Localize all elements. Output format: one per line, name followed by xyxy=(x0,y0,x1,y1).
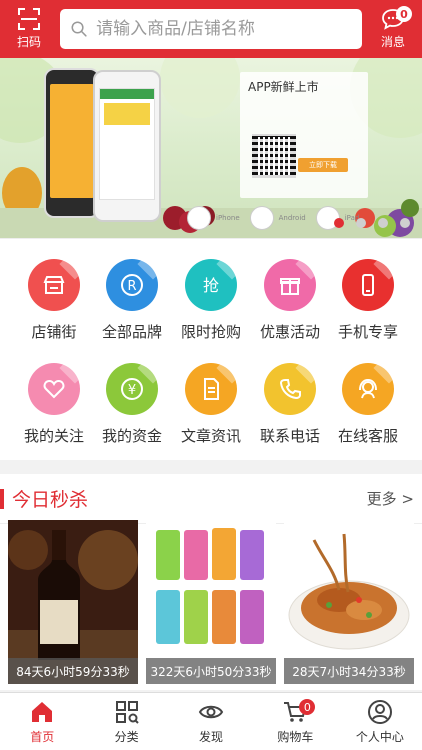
flash-sale-header: 今日秒杀 更多 > xyxy=(0,474,422,524)
apple-icon xyxy=(187,206,211,230)
product-list: 84天6小时59分33秒 322天6小时50分33秒 28天7小时34分33秒 xyxy=(0,520,422,684)
grid-item-label: 联系电话 xyxy=(259,427,320,445)
grid-item-label: 手机专享 xyxy=(337,323,398,341)
message-label: 消息 xyxy=(380,35,405,49)
banner-card-description xyxy=(248,100,360,116)
scan-icon xyxy=(18,8,40,30)
search-icon xyxy=(71,21,87,37)
eye-icon xyxy=(198,705,224,718)
grid-item-label: 文章资讯 xyxy=(180,427,241,445)
bottom-tab-bar: 首页 分类 发现 购物车 0 个人中心 xyxy=(0,692,422,750)
phone-mockup-white xyxy=(93,70,161,222)
tab-label: 分类 xyxy=(114,729,139,744)
tab-label: 购物车 xyxy=(277,729,314,744)
search-box[interactable] xyxy=(60,9,362,49)
grid-item-promotions[interactable]: 优惠活动 xyxy=(250,259,330,359)
svg-text:抢: 抢 xyxy=(203,276,219,295)
download-button[interactable]: 立即下载 xyxy=(298,158,348,172)
carousel-dots xyxy=(334,218,410,228)
product-card-wine[interactable]: 84天6小时59分33秒 xyxy=(8,520,138,684)
phone-mockup-dark xyxy=(44,68,100,218)
carousel-dot[interactable] xyxy=(356,218,366,228)
platform-iphone[interactable]: iPhone xyxy=(187,206,240,230)
promo-banner[interactable]: APP新鲜上市 立即下载 iPhone Android iPad xyxy=(0,58,422,238)
yen-icon: ¥ xyxy=(106,363,158,415)
carousel-dot[interactable] xyxy=(378,218,388,228)
feature-grid: 店铺街 R 全部品牌 抢 限时抢购 优惠活动 手机专享 我的关注 ¥ 我的资金 … xyxy=(0,238,422,460)
scan-button[interactable]: 扫码 xyxy=(0,0,58,58)
cart-badge: 0 xyxy=(299,699,316,715)
app-screen: 扫码 消息 0 xyxy=(0,0,422,750)
grid-item-my-funds[interactable]: ¥ 我的资金 xyxy=(92,363,172,463)
flash-sale-section: 今日秒杀 更多 > 84天6小时59分33秒 322天6小时50分33秒 28天… xyxy=(0,474,422,690)
message-badge: 0 xyxy=(396,6,412,22)
scan-label: 扫码 xyxy=(16,35,41,49)
banner-card-title: APP新鲜上市 xyxy=(248,80,319,94)
grid-item-label: 在线客服 xyxy=(337,427,398,445)
gift-icon xyxy=(264,259,316,311)
section-accent-bar xyxy=(0,488,4,509)
tab-home[interactable]: 首页 xyxy=(0,693,84,750)
grid-item-store-street[interactable]: 店铺街 xyxy=(14,259,94,359)
message-button[interactable]: 消息 0 xyxy=(364,0,422,58)
home-icon xyxy=(32,701,53,722)
grid-item-label: 我的关注 xyxy=(23,427,84,445)
search-input[interactable] xyxy=(96,19,352,39)
grid-item-online-service[interactable]: 在线客服 xyxy=(328,363,408,463)
product-card-noodles[interactable]: 28天7小时34分33秒 xyxy=(284,520,414,684)
flash-sale-title: 今日秒杀 xyxy=(12,489,89,511)
grid-item-flash-sale[interactable]: 抢 限时抢购 xyxy=(171,259,251,359)
category-icon xyxy=(115,700,139,724)
tab-label: 首页 xyxy=(30,729,55,744)
top-header: 扫码 消息 0 xyxy=(0,0,422,58)
tab-label: 个人中心 xyxy=(355,729,404,744)
user-icon xyxy=(367,699,392,724)
grid-item-my-follows[interactable]: 我的关注 xyxy=(14,363,94,463)
svg-text:R: R xyxy=(127,279,136,294)
grid-item-mobile-exclusive[interactable]: 手机专享 xyxy=(328,259,408,359)
telephone-icon xyxy=(264,363,316,415)
tab-cart[interactable]: 购物车 0 xyxy=(253,693,337,750)
countdown-timer: 84天6小时59分33秒 xyxy=(8,658,138,684)
grid-item-label: 限时抢购 xyxy=(180,323,241,341)
carousel-dot[interactable] xyxy=(334,218,344,228)
tab-discover[interactable]: 发现 xyxy=(169,693,253,750)
android-icon xyxy=(249,206,274,230)
grid-item-contact-phone[interactable]: 联系电话 xyxy=(250,363,330,463)
headset-icon xyxy=(342,363,394,415)
grid-item-all-brands[interactable]: R 全部品牌 xyxy=(92,259,172,359)
more-link[interactable]: 更多 > xyxy=(367,488,414,509)
grid-item-label: 我的资金 xyxy=(101,427,162,445)
store-icon xyxy=(28,259,80,311)
grid-item-label: 优惠活动 xyxy=(259,323,320,341)
countdown-timer: 28天7小时34分33秒 xyxy=(284,658,414,684)
app-download-card: APP新鲜上市 立即下载 xyxy=(240,72,368,198)
phone-icon xyxy=(342,259,394,311)
carousel-dot[interactable] xyxy=(400,218,410,228)
tab-label: 发现 xyxy=(199,729,224,744)
tab-profile[interactable]: 个人中心 xyxy=(338,693,422,750)
heart-icon xyxy=(28,363,80,415)
grid-item-label: 店铺街 xyxy=(31,323,77,341)
document-icon xyxy=(185,363,237,415)
platform-android[interactable]: Android xyxy=(249,206,306,230)
grab-icon: 抢 xyxy=(185,259,237,311)
svg-text:¥: ¥ xyxy=(128,383,136,398)
registered-icon: R xyxy=(106,259,158,311)
grid-item-articles[interactable]: 文章资讯 xyxy=(171,363,251,463)
tab-category[interactable]: 分类 xyxy=(84,693,168,750)
grid-item-label: 全部品牌 xyxy=(101,323,162,341)
countdown-timer: 322天6小时50分33秒 xyxy=(146,658,276,684)
product-card-rio[interactable]: 322天6小时50分33秒 xyxy=(146,520,276,684)
